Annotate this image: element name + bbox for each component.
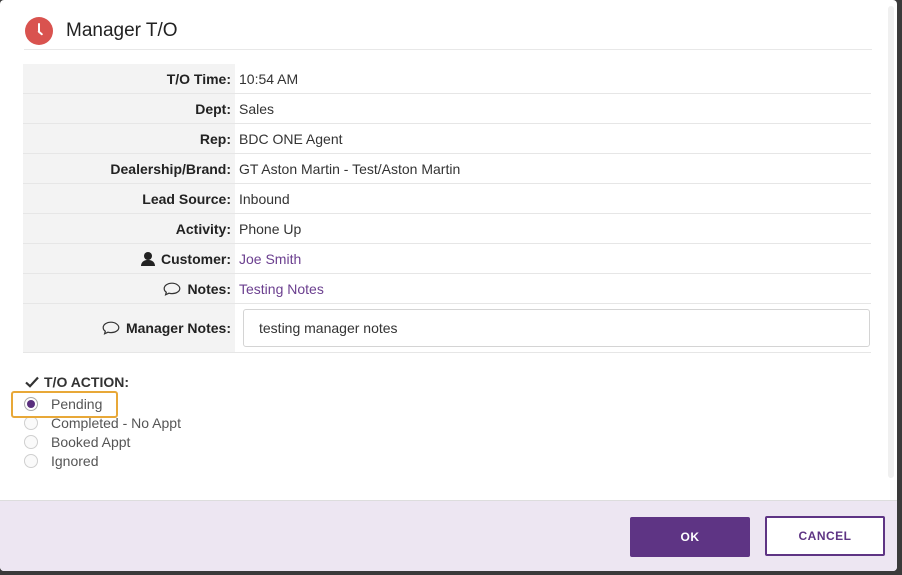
to-action-options: Pending Completed - No Appt Booked Appt … — [22, 394, 181, 470]
radio-option-completed-no-appt[interactable]: Completed - No Appt — [22, 413, 181, 432]
detail-value: BDC ONE Agent — [239, 130, 343, 147]
notes-link[interactable]: Testing Notes — [239, 281, 324, 297]
detail-value: Phone Up — [239, 220, 302, 237]
detail-value — [235, 304, 871, 352]
detail-label: Dept: — [23, 94, 235, 123]
customer-link[interactable]: Joe Smith — [239, 251, 301, 267]
detail-label: Dealership/Brand: — [23, 154, 235, 183]
manager-to-dialog: Manager T/O T/O Time: 10:54 AM Dept: Sal… — [0, 0, 897, 571]
radio-label: Booked Appt — [51, 433, 131, 450]
radio-button[interactable] — [24, 415, 38, 430]
dialog-body: Manager T/O T/O Time: 10:54 AM Dept: Sal… — [0, 0, 897, 500]
details-table: T/O Time: 10:54 AM Dept: Sales Rep: BDC … — [23, 64, 871, 353]
ok-button[interactable]: OK — [630, 517, 750, 557]
comment-icon — [164, 282, 181, 296]
radio-label: Ignored — [51, 452, 99, 469]
detail-value: 10:54 AM — [239, 70, 299, 87]
radio-option-booked-appt[interactable]: Booked Appt — [22, 432, 181, 451]
vertical-scrollbar[interactable] — [888, 6, 894, 478]
radio-button[interactable] — [24, 434, 38, 449]
detail-row-dealership: Dealership/Brand: GT Aston Martin - Test… — [23, 154, 871, 184]
detail-row-lead-source: Lead Source: Inbound — [23, 184, 871, 214]
person-icon — [140, 251, 155, 266]
manager-notes-input[interactable] — [243, 309, 870, 347]
dialog-footer: OK CANCEL — [0, 500, 897, 571]
detail-label: Activity: — [23, 214, 235, 243]
manager-notes-label: Manager Notes: — [125, 320, 231, 336]
detail-value: Inbound — [239, 190, 290, 207]
dialog-header: Manager T/O — [24, 17, 872, 50]
radio-label: Completed - No Appt — [51, 414, 181, 431]
notes-label: Notes: — [187, 280, 231, 297]
detail-label-notes: Notes: — [23, 274, 235, 303]
to-action-heading: T/O ACTION: — [25, 374, 129, 390]
detail-row-activity: Activity: Phone Up — [23, 214, 871, 244]
comment-icon — [102, 321, 120, 335]
radio-button[interactable] — [24, 396, 38, 411]
detail-label: T/O Time: — [23, 64, 235, 93]
detail-value: Joe Smith — [235, 244, 871, 273]
detail-row-to-time: T/O Time: 10:54 AM — [23, 64, 871, 94]
detail-row-customer: Customer: Joe Smith — [23, 244, 871, 274]
cancel-button[interactable]: CANCEL — [765, 516, 885, 556]
detail-label: Lead Source: — [23, 184, 235, 213]
detail-value: Testing Notes — [235, 274, 871, 303]
customer-label: Customer: — [160, 250, 231, 267]
to-action-title: T/O ACTION: — [44, 374, 130, 390]
detail-row-manager-notes: Manager Notes: — [23, 304, 871, 353]
detail-label: Rep: — [23, 124, 235, 153]
radio-button[interactable] — [24, 453, 38, 468]
detail-value: GT Aston Martin - Test/Aston Martin — [239, 160, 461, 177]
radio-option-pending[interactable]: Pending — [22, 394, 181, 413]
detail-value: Sales — [239, 100, 275, 117]
detail-label-manager-notes: Manager Notes: — [23, 304, 235, 352]
detail-row-rep: Rep: BDC ONE Agent — [23, 124, 871, 154]
radio-label: Pending — [51, 395, 103, 412]
detail-row-notes: Notes: Testing Notes — [23, 274, 871, 304]
clock-icon — [25, 17, 53, 45]
detail-row-dept: Dept: Sales — [23, 94, 871, 124]
detail-label-customer: Customer: — [23, 244, 235, 273]
dialog-title: Manager T/O — [66, 20, 178, 41]
radio-option-ignored[interactable]: Ignored — [22, 451, 181, 470]
check-icon — [25, 376, 39, 388]
